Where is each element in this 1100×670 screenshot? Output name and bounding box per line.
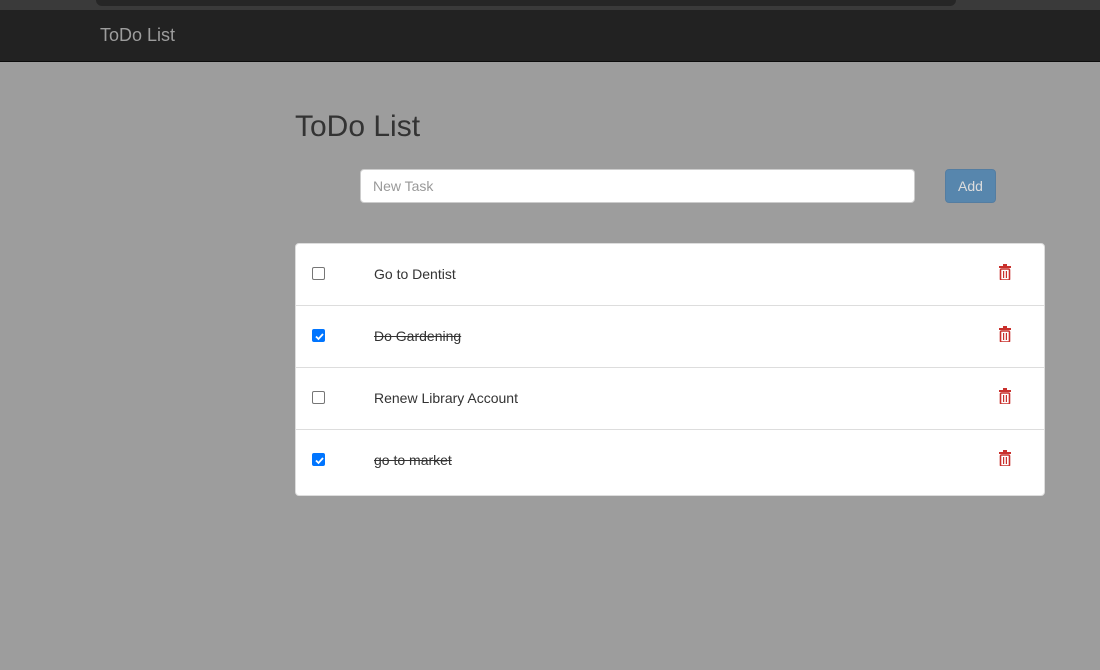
navbar-brand[interactable]: ToDo List bbox=[100, 25, 175, 46]
task-row: Do Gardening bbox=[296, 306, 1044, 368]
browser-top-bar bbox=[96, 0, 956, 6]
task-label: go to market bbox=[374, 452, 452, 468]
navbar: ToDo List bbox=[0, 10, 1100, 62]
new-task-input[interactable] bbox=[360, 169, 915, 203]
task-checkbox[interactable] bbox=[312, 329, 325, 342]
task-row: Renew Library Account bbox=[296, 368, 1044, 430]
task-checkbox[interactable] bbox=[312, 267, 325, 280]
task-label: Renew Library Account bbox=[374, 390, 518, 406]
trash-icon[interactable] bbox=[999, 264, 1011, 280]
task-list: Go to Dentist Do Gardening Renew Library… bbox=[295, 243, 1045, 496]
trash-icon[interactable] bbox=[999, 388, 1011, 404]
trash-icon[interactable] bbox=[999, 450, 1011, 466]
task-label: Go to Dentist bbox=[374, 266, 456, 282]
browser-top-strip bbox=[0, 0, 1100, 10]
page-title: ToDo List bbox=[295, 110, 421, 143]
task-checkbox[interactable] bbox=[312, 391, 325, 404]
add-task-button[interactable]: Add bbox=[945, 169, 996, 203]
trash-icon[interactable] bbox=[999, 326, 1011, 342]
task-checkbox[interactable] bbox=[312, 453, 325, 466]
task-row: Go to Dentist bbox=[296, 244, 1044, 306]
task-row: go to market bbox=[296, 430, 1044, 494]
task-label: Do Gardening bbox=[374, 328, 462, 344]
